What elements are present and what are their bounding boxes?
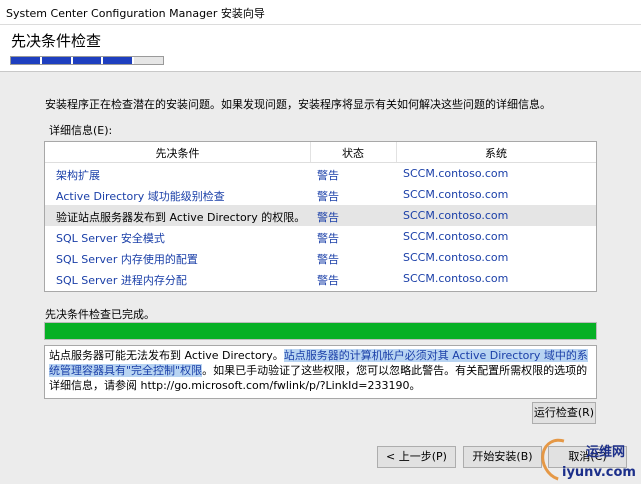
details-text-part1: 站点服务器可能无法发布到 Active Directory。	[49, 349, 284, 362]
begin-install-button[interactable]: 开始安装(B)	[463, 446, 542, 468]
step-divider	[131, 57, 134, 64]
column-divider[interactable]	[310, 142, 311, 162]
step-divider	[101, 57, 104, 64]
prerequisite-status: 警告	[317, 253, 339, 266]
prerequisite-system: SCCM.contoso.com	[403, 167, 509, 180]
cancel-button[interactable]: 取消(C)	[548, 446, 627, 468]
step-divider	[70, 57, 73, 64]
list-item[interactable]: SQL Server 安全模式 警告 SCCM.contoso.com	[45, 226, 596, 247]
list-item[interactable]: 架构扩展 警告 SCCM.contoso.com	[45, 163, 596, 184]
back-button[interactable]: < 上一步(P)	[377, 446, 456, 468]
prerequisite-name: 架构扩展	[56, 169, 100, 182]
wizard-content: 安装程序正在检查潜在的安装问题。如果发现问题，安装程序将显示有关如何解决这些问题…	[0, 71, 641, 438]
prerequisite-system: SCCM.contoso.com	[403, 209, 509, 222]
wizard-header: 先决条件检查	[0, 25, 641, 71]
prerequisite-system: SCCM.contoso.com	[403, 251, 509, 264]
details-text-box[interactable]: 站点服务器可能无法发布到 Active Directory。站点服务器的计算机帐…	[44, 345, 597, 399]
check-progress-fill	[45, 323, 596, 339]
list-header: 先决条件 状态 系统	[45, 142, 596, 163]
column-divider[interactable]	[396, 142, 397, 162]
check-progress-bar	[44, 322, 597, 340]
completed-text: 先决条件检查已完成。	[45, 308, 155, 321]
prerequisite-system: SCCM.contoso.com	[403, 230, 509, 243]
details-label: 详细信息(E):	[49, 124, 113, 137]
intro-text: 安装程序正在检查潜在的安装问题。如果发现问题，安装程序将显示有关如何解决这些问题…	[45, 98, 551, 111]
run-check-button[interactable]: 运行检查(R)	[532, 402, 596, 424]
prerequisite-status: 警告	[317, 211, 339, 224]
list-item[interactable]: Active Directory 域功能级别检查 警告 SCCM.contoso.c…	[45, 184, 596, 205]
window-title: System Center Configuration Manager 安装向导	[6, 7, 265, 20]
prerequisite-system: SCCM.contoso.com	[403, 272, 509, 285]
list-item[interactable]: SQL Server 进程内存分配 警告 SCCM.contoso.com	[45, 268, 596, 289]
prerequisite-status: 警告	[317, 274, 339, 287]
column-header-prerequisite[interactable]: 先决条件	[45, 145, 310, 161]
prerequisite-list[interactable]: 先决条件 状态 系统 架构扩展 警告 SCCM.contoso.com Active …	[44, 141, 597, 292]
prerequisite-status: 警告	[317, 190, 339, 203]
wizard-footer: < 上一步(P) 开始安装(B) 取消(C)	[0, 438, 641, 484]
prerequisite-name: SQL Server 内存使用的配置	[56, 253, 198, 266]
prerequisite-name: 验证站点服务器发布到 Active Directory 的权限。	[56, 211, 306, 224]
step-progress-bar	[10, 56, 164, 65]
list-item[interactable]: SQL Server 内存使用的配置 警告 SCCM.contoso.com	[45, 247, 596, 268]
page-title: 先决条件检查	[11, 32, 102, 50]
title-bar: System Center Configuration Manager 安装向导	[0, 0, 641, 25]
column-header-system[interactable]: 系统	[396, 145, 596, 161]
prerequisite-name: SQL Server 安全模式	[56, 232, 165, 245]
prerequisite-status: 警告	[317, 169, 339, 182]
step-divider	[40, 57, 43, 64]
prerequisite-name: Active Directory 域功能级别检查	[56, 190, 225, 203]
list-item[interactable]: 验证站点服务器发布到 Active Directory 的权限。 警告 SCCM.c…	[45, 205, 596, 226]
prerequisite-status: 警告	[317, 232, 339, 245]
column-header-status[interactable]: 状态	[310, 145, 396, 161]
prerequisite-name: SQL Server 进程内存分配	[56, 274, 187, 287]
prerequisite-system: SCCM.contoso.com	[403, 188, 509, 201]
